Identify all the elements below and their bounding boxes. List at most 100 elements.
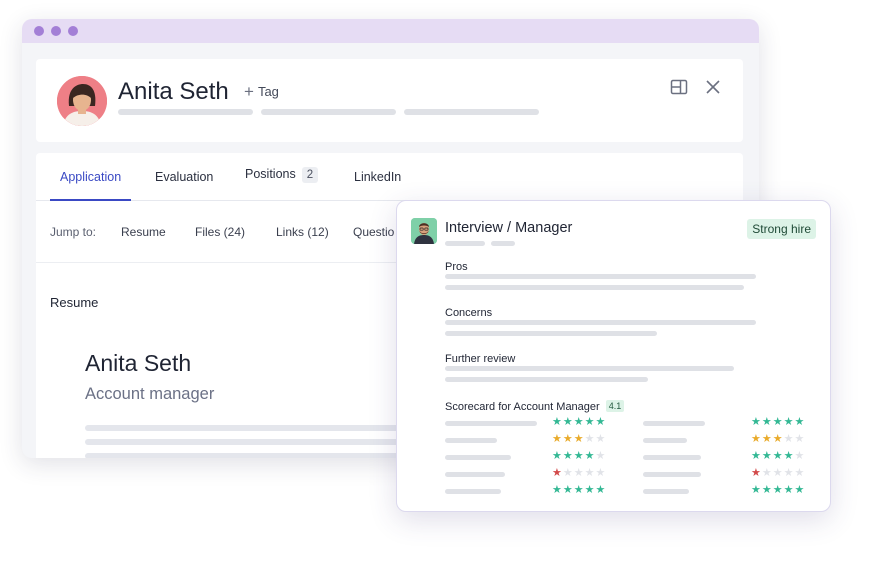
resume-name: Anita Seth <box>85 350 192 376</box>
criterion-placeholder-bar <box>643 421 705 426</box>
star-icon: ★ <box>794 433 806 445</box>
star-icon: ★ <box>751 433 762 445</box>
add-tag-button[interactable]: + Tag <box>244 83 279 100</box>
jump-link-links[interactable]: Links (12) <box>276 225 329 239</box>
tab-application[interactable]: Application <box>60 170 121 184</box>
placeholder-bar <box>445 331 657 336</box>
star-icon: ★ <box>595 484 607 496</box>
jump-to-label: Jump to: <box>50 225 97 239</box>
star-icon: ★ <box>761 450 773 462</box>
window-control-dot[interactable] <box>68 26 78 36</box>
criterion-placeholder-bar <box>643 489 689 494</box>
interviewer-avatar <box>411 218 437 244</box>
star-icon: ★ <box>584 484 596 496</box>
star-icon: ★ <box>552 416 563 428</box>
star-icon: ★ <box>562 416 574 428</box>
placeholder-bar <box>491 241 515 246</box>
star-icon: ★ <box>794 450 806 462</box>
criterion-placeholder-bar <box>445 421 537 426</box>
star-rating-left: ★★★★★ <box>552 451 606 462</box>
resume-text-placeholder <box>85 425 405 431</box>
star-rating-right: ★★★★★ <box>751 468 805 479</box>
star-icon: ★ <box>761 467 773 479</box>
star-icon: ★ <box>595 467 607 479</box>
window-control-dot[interactable] <box>51 26 61 36</box>
star-icon: ★ <box>783 450 795 462</box>
add-tag-label: Tag <box>257 84 279 99</box>
close-icon[interactable] <box>704 78 722 96</box>
placeholder-bar <box>261 109 396 115</box>
tab-bar: Application Evaluation Positions 2 Linked… <box>36 153 743 201</box>
placeholder-bar <box>445 241 485 246</box>
star-icon: ★ <box>751 467 762 479</box>
star-icon: ★ <box>573 433 585 445</box>
window-titlebar <box>22 19 759 43</box>
jump-link-resume[interactable]: Resume <box>121 225 166 239</box>
verdict-badge: Strong hire <box>747 219 816 239</box>
star-rating-left: ★★★★★ <box>552 468 606 479</box>
star-icon: ★ <box>562 450 574 462</box>
criterion-placeholder-bar <box>643 438 687 443</box>
resume-text-placeholder <box>85 439 405 445</box>
positions-count-badge: 2 <box>301 167 319 183</box>
star-icon: ★ <box>573 450 585 462</box>
resume-job-title: Account manager <box>85 385 215 403</box>
star-rating-left: ★★★★★ <box>552 485 606 496</box>
interview-title: Interview / Manager <box>445 220 573 236</box>
star-rating-right: ★★★★★ <box>751 434 805 445</box>
scorecard-score-badge: 4.1 <box>605 400 625 412</box>
star-icon: ★ <box>794 484 806 496</box>
placeholder-bar <box>404 109 539 115</box>
star-icon: ★ <box>595 416 607 428</box>
candidate-name: Anita Seth <box>118 78 229 105</box>
star-icon: ★ <box>751 450 762 462</box>
star-icon: ★ <box>584 433 596 445</box>
star-icon: ★ <box>794 416 806 428</box>
criterion-placeholder-bar <box>643 455 701 460</box>
star-icon: ★ <box>552 484 563 496</box>
star-icon: ★ <box>595 450 607 462</box>
star-icon: ★ <box>552 450 563 462</box>
star-icon: ★ <box>772 450 784 462</box>
resume-section-label: Resume <box>50 295 99 310</box>
star-icon: ★ <box>783 467 795 479</box>
placeholder-bar <box>445 377 648 382</box>
star-icon: ★ <box>761 433 773 445</box>
star-rating-right: ★★★★★ <box>751 451 805 462</box>
scorecard-heading: Scorecard for Account Manager 4.1 <box>445 400 625 413</box>
criterion-placeholder-bar <box>445 455 511 460</box>
placeholder-bar <box>118 109 253 115</box>
placeholder-bar <box>445 274 756 279</box>
candidate-header: Anita Seth + Tag <box>36 59 743 142</box>
star-icon: ★ <box>772 433 784 445</box>
star-icon: ★ <box>595 433 607 445</box>
pros-label: Pros <box>445 261 468 273</box>
criterion-placeholder-bar <box>445 472 505 477</box>
star-rating-right: ★★★★★ <box>751 485 805 496</box>
star-icon: ★ <box>751 484 762 496</box>
window-control-dot[interactable] <box>34 26 44 36</box>
tab-linkedin[interactable]: LinkedIn <box>354 170 401 184</box>
scorecard-label: Scorecard for Account Manager <box>445 401 600 413</box>
star-icon: ★ <box>794 467 806 479</box>
star-icon: ★ <box>562 467 574 479</box>
jump-link-files[interactable]: Files (24) <box>195 225 245 239</box>
placeholder-bar <box>445 320 756 325</box>
interview-feedback-card: Interview / Manager Strong hire Pros Con… <box>396 200 831 512</box>
tab-evaluation[interactable]: Evaluation <box>155 170 213 184</box>
star-rating-left: ★★★★★ <box>552 434 606 445</box>
criterion-placeholder-bar <box>445 438 497 443</box>
star-icon: ★ <box>761 416 773 428</box>
star-icon: ★ <box>772 416 784 428</box>
placeholder-bar <box>445 366 734 371</box>
placeholder-bar <box>445 285 744 290</box>
star-icon: ★ <box>584 416 596 428</box>
jump-link-questions[interactable]: Questio <box>353 225 394 239</box>
star-rating-left: ★★★★★ <box>552 417 606 428</box>
panel-layout-icon[interactable] <box>670 78 688 96</box>
star-icon: ★ <box>562 484 574 496</box>
star-icon: ★ <box>772 467 784 479</box>
star-icon: ★ <box>573 416 585 428</box>
tab-positions[interactable]: Positions 2 <box>245 167 319 183</box>
star-icon: ★ <box>573 484 585 496</box>
